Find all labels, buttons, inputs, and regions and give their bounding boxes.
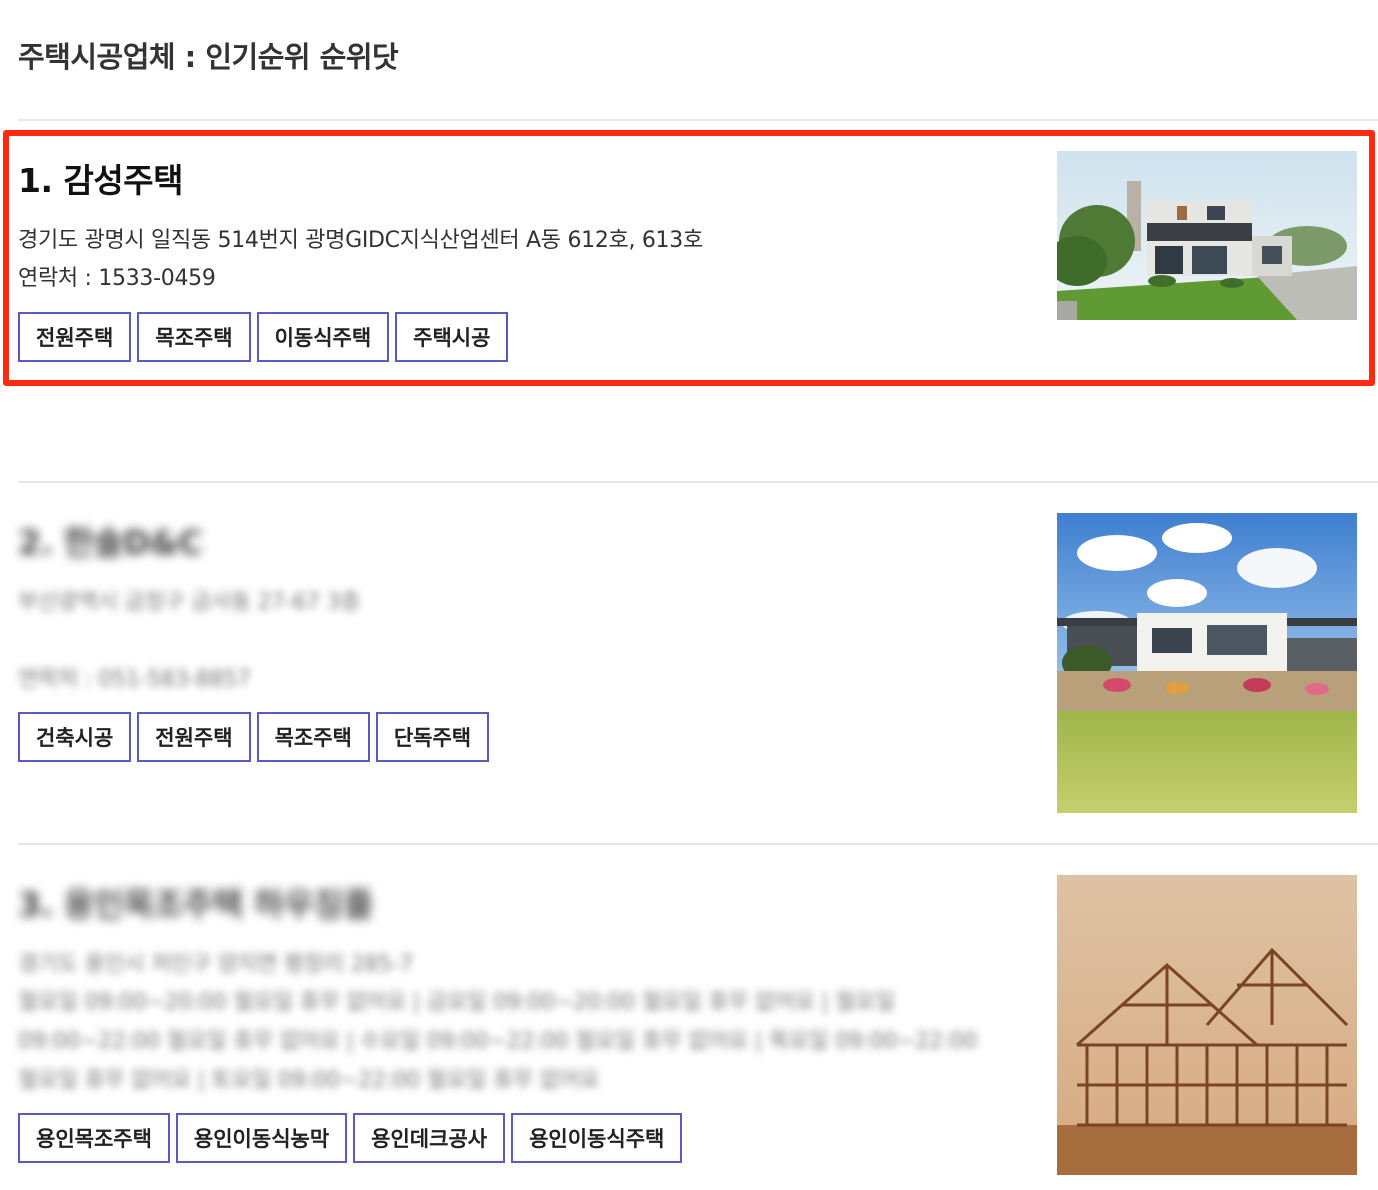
modern-house-photo-icon[interactable] — [1057, 151, 1357, 320]
tag-button[interactable]: 건축시공 — [18, 712, 132, 762]
tag-button[interactable]: 주택시공 — [395, 312, 509, 362]
tag-button[interactable]: 용인데크공사 — [353, 1113, 506, 1163]
listing-hours: 월요일 09:00~20:00 월요일 휴무 없어요 | 금요일 09:00~2… — [18, 990, 895, 1015]
tag-button[interactable]: 용인이동식주택 — [511, 1113, 683, 1163]
tag-button[interactable]: 용인이동식농막 — [175, 1113, 348, 1163]
timber-frame-photo-icon[interactable] — [1057, 875, 1357, 1175]
tag-button[interactable]: 이동식주택 — [256, 312, 390, 362]
tag-button[interactable]: 전원주택 — [137, 712, 251, 762]
listing-title[interactable]: 3. 용인목조주택 하우징플 — [18, 878, 374, 926]
listing-title[interactable]: 2. 한솔D&C — [18, 516, 203, 564]
tag-button[interactable]: 목조주택 — [137, 312, 251, 362]
page-title: 주택시공업체 : 인기순위 순위닷 — [18, 40, 399, 74]
listing-hours: 월요일 휴무 없어요 | 토요일 09:00~22:00 월요일 휴무 없어요 — [18, 1068, 600, 1093]
tag-list: 전원주택 목조주택 이동식주택 주택시공 — [18, 312, 509, 362]
tag-list: 건축시공 전원주택 목조주택 단독주택 — [18, 712, 490, 762]
title-divider — [18, 119, 1378, 121]
listing-title[interactable]: 1. 감성주택 — [18, 154, 183, 202]
villa-photo-icon[interactable] — [1057, 513, 1357, 813]
listing-address: 경기도 용인시 처인구 양지면 평창리 285-7 — [18, 952, 413, 977]
tag-button[interactable]: 전원주택 — [18, 312, 132, 362]
tag-button[interactable]: 용인목조주택 — [18, 1113, 170, 1163]
listing-contact: 연락처 : 051-583-8857 — [18, 667, 251, 692]
listing-hours: 09:00~22:00 월요일 휴무 없어요 | 수요일 09:00~22:00… — [18, 1029, 978, 1054]
listing-contact: 연락처 : 1533-0459 — [18, 266, 216, 291]
listing-divider — [18, 481, 1378, 483]
tag-button[interactable]: 목조주택 — [256, 712, 370, 762]
listing-divider — [18, 843, 1378, 845]
listing-address: 경기도 광명시 일직동 514번지 광명GIDC지식산업센터 A동 612호, … — [18, 228, 703, 253]
listing-address: 부산광역시 금정구 금사동 27-67 3층 — [18, 590, 361, 615]
tag-button[interactable]: 단독주택 — [375, 712, 490, 762]
tag-list: 용인목조주택 용인이동식농막 용인데크공사 용인이동식주택 — [18, 1113, 683, 1163]
